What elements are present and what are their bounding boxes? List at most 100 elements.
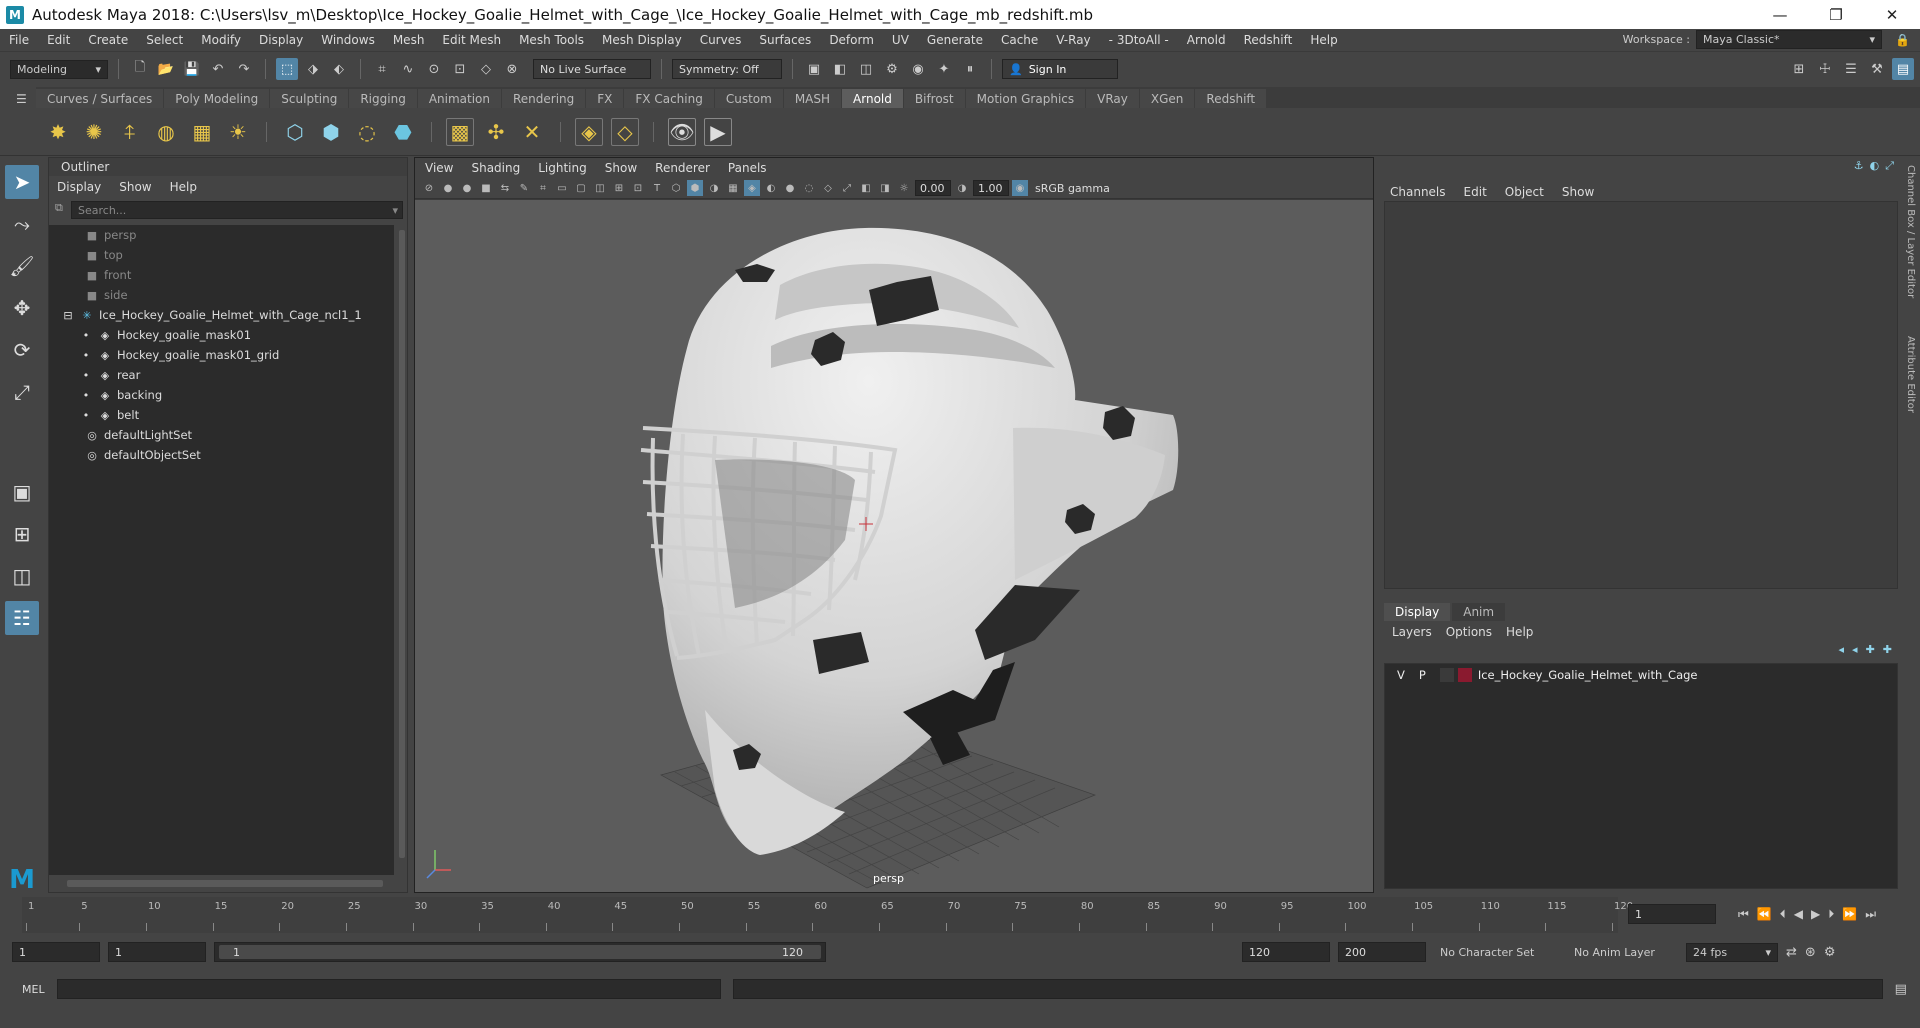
animation-preferences-icon[interactable]: ⚙ — [1824, 945, 1836, 960]
channel-box-menu-object[interactable]: Object — [1505, 185, 1544, 199]
new-scene-icon[interactable]: 🗋 — [129, 58, 151, 80]
channel-box-pin-icon[interactable]: ⤢ — [1885, 159, 1894, 173]
tree-item-front[interactable]: ■ front — [49, 265, 394, 285]
undo-icon[interactable]: ↶ — [207, 58, 229, 80]
shelf-tab-motion-graphics[interactable]: Motion Graphics — [965, 89, 1086, 108]
tool-settings-icon[interactable]: ⚒ — [1866, 58, 1888, 80]
viewport-menu-panels[interactable]: Panels — [728, 161, 767, 175]
animation-end-field[interactable]: 200 — [1338, 942, 1426, 962]
layer-tab-display[interactable]: Display — [1384, 603, 1451, 621]
layer-menu-layers[interactable]: Layers — [1392, 625, 1432, 639]
shelf-tab-custom[interactable]: Custom — [714, 89, 783, 108]
shelf-tab-sculpting[interactable]: Sculpting — [270, 89, 349, 108]
isolate-select-icon[interactable]: ⤢ — [839, 180, 855, 196]
layer-row[interactable]: V P Ice_Hockey_Goalie_Helmet_with_Cage — [1385, 664, 1897, 686]
viewport-menu-show[interactable]: Show — [605, 161, 637, 175]
standin-icon[interactable]: ⬡ — [281, 118, 309, 146]
channel-box-menu-edit[interactable]: Edit — [1464, 185, 1487, 199]
tree-item-backing[interactable]: • ◈ backing — [49, 385, 394, 405]
shelf-tab-fx[interactable]: FX — [586, 89, 624, 108]
layer-menu-help[interactable]: Help — [1506, 625, 1533, 639]
menu-file[interactable]: File — [0, 33, 38, 47]
save-scene-icon[interactable]: 💾 — [181, 58, 203, 80]
menu-display[interactable]: Display — [250, 33, 312, 47]
side-tab-attribute-editor[interactable]: Attribute Editor — [1902, 328, 1916, 413]
play-backwards-icon[interactable]: ◀ — [1794, 907, 1803, 921]
shelf-tab-curves-surfaces[interactable]: Curves / Surfaces — [36, 89, 164, 108]
playback-end-field[interactable]: 120 — [1242, 942, 1330, 962]
select-by-hierarchy-icon[interactable]: ⬚ — [276, 58, 298, 80]
skydome-light-icon[interactable]: ◍ — [152, 118, 180, 146]
tree-item-side[interactable]: ■ side — [49, 285, 394, 305]
tree-item-persp[interactable]: ■ persp — [49, 225, 394, 245]
minimize-button[interactable]: — — [1752, 0, 1808, 29]
menu-help[interactable]: Help — [1301, 33, 1346, 47]
gate-mask-icon[interactable]: ◫ — [592, 180, 608, 196]
modeling-toolkit-icon[interactable]: ⊞ — [1788, 58, 1810, 80]
four-view-layout-icon[interactable]: ⊞ — [5, 517, 39, 551]
channel-box-area[interactable] — [1384, 201, 1898, 589]
area-light-icon[interactable]: ✸ — [44, 118, 72, 146]
viewport-menu-lighting[interactable]: Lighting — [538, 161, 587, 175]
hypershade-icon[interactable]: ◉ — [907, 58, 929, 80]
curve-collector-icon[interactable]: ⬣ — [389, 118, 417, 146]
gamma-field[interactable]: 1.00 — [973, 180, 1009, 196]
outliner-horizontal-scrollbar[interactable] — [67, 880, 383, 887]
menu-edit[interactable]: Edit — [38, 33, 79, 47]
redo-icon[interactable]: ↷ — [233, 58, 255, 80]
lasso-tool-icon[interactable]: ⤳ — [5, 207, 39, 241]
textured-icon[interactable]: ▦ — [725, 180, 741, 196]
single-view-layout-icon[interactable]: ▣ — [5, 475, 39, 509]
resolution-gate-icon[interactable]: ▢ — [573, 180, 589, 196]
collapse-icon[interactable]: ⊟ — [61, 309, 75, 322]
safe-action-icon[interactable]: ⊡ — [630, 180, 646, 196]
shelf-menu-icon[interactable]: ☰ — [16, 92, 27, 106]
2d-pan-icon[interactable]: ⇆ — [497, 180, 513, 196]
wireframe-icon[interactable]: ⬡ — [668, 180, 684, 196]
play-forwards-icon[interactable]: ▶ — [1811, 907, 1820, 921]
snap-live-icon[interactable]: ⊗ — [501, 58, 523, 80]
live-surface-field[interactable]: No Live Surface — [533, 59, 651, 79]
close-button[interactable]: ✕ — [1864, 0, 1920, 29]
move-layer-down-icon[interactable]: ◂ — [1852, 643, 1858, 656]
menu-set-dropdown[interactable]: Modeling ▾ — [10, 59, 108, 79]
film-gate-icon[interactable]: ▭ — [554, 180, 570, 196]
search-filter-icon[interactable]: ⧉ — [55, 201, 63, 215]
tree-item-default-light-set[interactable]: ◎ defaultLightSet — [49, 425, 394, 445]
play-render-icon[interactable]: ▶ — [704, 117, 732, 146]
channel-box-settings-icon[interactable]: ◐ — [1870, 159, 1880, 173]
volume-icon[interactable]: ◌ — [353, 118, 381, 146]
select-by-component-icon[interactable]: ⬖ — [328, 58, 350, 80]
menu-windows[interactable]: Windows — [312, 33, 384, 47]
command-input[interactable] — [56, 979, 721, 999]
menu-create[interactable]: Create — [79, 33, 137, 47]
shelf-tab-arnold[interactable]: Arnold — [842, 89, 903, 108]
menu-uv[interactable]: UV — [883, 33, 918, 47]
viewport-menu-view[interactable]: View — [425, 161, 453, 175]
menu-generate[interactable]: Generate — [918, 33, 992, 47]
expand-dot-icon[interactable]: • — [79, 389, 93, 402]
symmetry-dropdown[interactable]: Symmetry: Off — [672, 59, 782, 79]
shelf-tab-redshift[interactable]: Redshift — [1195, 89, 1267, 108]
color-management-icon[interactable]: ◉ — [1012, 180, 1028, 196]
range-handle-bar[interactable] — [219, 945, 821, 959]
gamma-icon[interactable]: ◑ — [954, 180, 970, 196]
tree-item-mask01-grid[interactable]: • ◈ Hockey_goalie_mask01_grid — [49, 345, 394, 365]
shelf-tab-fx-caching[interactable]: FX Caching — [624, 89, 714, 108]
snap-grid-icon[interactable]: ⌗ — [371, 58, 393, 80]
tree-item-top[interactable]: ■ top — [49, 245, 394, 265]
menu-curves[interactable]: Curves — [691, 33, 751, 47]
attribute-editor-icon[interactable]: ☰ — [1840, 58, 1862, 80]
anti-aliasing-icon[interactable]: ◇ — [820, 180, 836, 196]
wireframe-on-shaded-icon[interactable]: ◑ — [706, 180, 722, 196]
shelf-tab-poly-modeling[interactable]: Poly Modeling — [164, 89, 270, 108]
outliner-menu-display[interactable]: Display — [57, 180, 101, 194]
menu-modify[interactable]: Modify — [192, 33, 250, 47]
safe-title-icon[interactable]: T — [649, 180, 665, 196]
ipr-render-icon[interactable]: ◫ — [855, 58, 877, 80]
step-forward-key-icon[interactable]: ⏩ — [1842, 907, 1857, 921]
render-frame-icon[interactable]: ◧ — [829, 58, 851, 80]
preview-icon[interactable]: 👁 — [668, 117, 696, 146]
light-portal-icon[interactable]: ▦ — [188, 118, 216, 146]
shelf-tab-animation[interactable]: Animation — [417, 89, 501, 108]
